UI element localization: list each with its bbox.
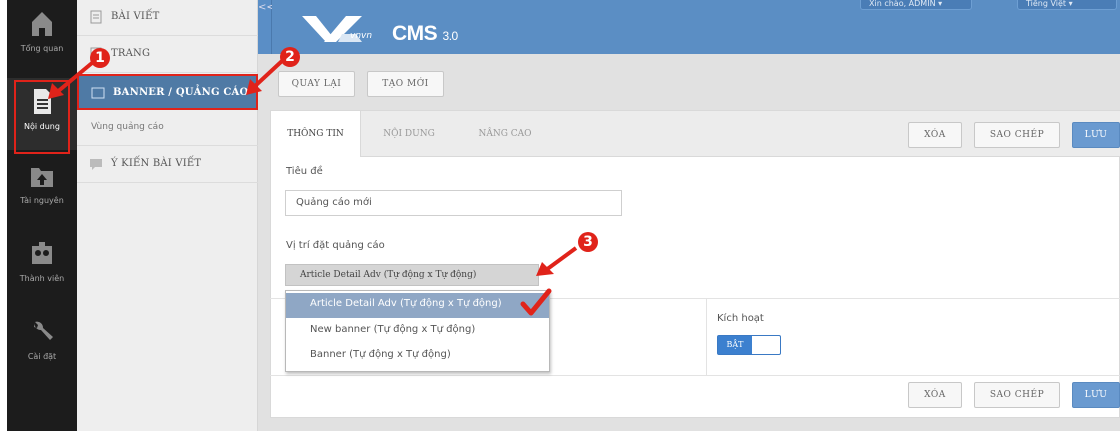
position-label: Vị trí đặt quảng cáo — [286, 240, 385, 251]
users-icon — [32, 242, 52, 264]
sidebar-item-label: Trang — [111, 48, 151, 59]
copy-button-bottom[interactable]: SAO CHÉP — [974, 382, 1060, 408]
highlight-box-content — [14, 80, 70, 154]
active-label: Kích hoạt — [717, 313, 764, 324]
title-label: Tiêu đề — [286, 166, 323, 177]
upload-folder-icon — [31, 168, 53, 187]
save-button-bottom[interactable]: LƯU — [1072, 382, 1120, 408]
language-menu[interactable]: Tiếng Việt ▾ — [1017, 0, 1117, 10]
save-button[interactable]: LƯU — [1072, 122, 1120, 148]
title-input[interactable]: Quảng cáo mới — [285, 190, 622, 216]
comment-icon — [90, 159, 102, 170]
sidebar-item-articles[interactable]: Bài viết — [77, 0, 258, 36]
banner-icon — [91, 87, 105, 99]
position-dropdown: Article Detail Adv (Tự động x Tự động) N… — [285, 290, 550, 372]
sidebar-item-label: Bài viết — [111, 11, 160, 22]
rail-item-settings[interactable]: Cài đặt — [7, 308, 77, 380]
rail-item-members[interactable]: Thành viên — [7, 230, 77, 302]
create-new-button[interactable]: TẠO MỚI — [367, 71, 444, 97]
dropdown-option[interactable]: Banner (Tự động x Tự động) — [286, 344, 549, 369]
article-icon — [90, 10, 102, 24]
tab-info[interactable]: THÔNG TIN — [271, 111, 361, 157]
sidebar-item-comments[interactable]: Ý kiến bài viết — [77, 147, 258, 183]
step-badge-1: 1 — [90, 48, 110, 68]
active-toggle[interactable]: BẬT — [717, 335, 781, 355]
top-header: vnvn CMS 3.0 Xin chào, ADMIN ▾ Tiếng Việ… — [272, 0, 1120, 54]
sidebar-subitem-ad-zones[interactable]: Vùng quảng cáo — [77, 112, 258, 146]
toggle-on-label: BẬT — [718, 336, 752, 354]
rail-item-label: Thành viên — [19, 274, 65, 283]
collapse-sidebar-button[interactable]: << — [258, 0, 275, 54]
position-select[interactable]: Article Detail Adv (Tự động x Tự động) — [285, 264, 539, 286]
delete-button-bottom[interactable]: XÓA — [908, 382, 962, 408]
tab-content[interactable]: NỘI DUNG — [361, 111, 457, 157]
sidebar-item-label: Banner / Quảng cáo — [113, 87, 249, 98]
brand-version: 3.0 — [442, 29, 459, 43]
dropdown-option[interactable]: New banner (Tự động x Tự động) — [286, 319, 549, 344]
dropdown-option[interactable]: Article Detail Adv (Tự động x Tự động) — [286, 293, 549, 318]
logo-icon — [302, 16, 362, 42]
rail-item-label: Tài nguyên — [20, 196, 64, 205]
home-icon — [32, 12, 52, 36]
step-badge-3: 3 — [578, 232, 598, 252]
rail-item-overview[interactable]: Tổng quan — [7, 0, 77, 72]
rail-item-label: Cài đặt — [27, 352, 57, 361]
sidebar-item-label: Ý kiến bài viết — [111, 158, 202, 169]
sidebar-item-banner[interactable]: Banner / Quảng cáo — [77, 74, 258, 110]
tab-advanced[interactable]: NÂNG CAO — [457, 111, 553, 157]
copy-button[interactable]: SAO CHÉP — [974, 122, 1060, 148]
icon-rail: Tổng quan Nội dung Tài nguyên Thành viên… — [7, 0, 77, 431]
step-badge-2: 2 — [280, 47, 300, 67]
delete-button[interactable]: XÓA — [908, 122, 962, 148]
back-button[interactable]: QUAY LẠI — [278, 71, 355, 97]
user-menu[interactable]: Xin chào, ADMIN ▾ — [860, 0, 972, 10]
brand-small: vnvn — [350, 31, 373, 41]
brand-title: CMS 3.0 — [392, 22, 458, 46]
wrench-icon — [34, 321, 53, 340]
divider — [706, 298, 707, 376]
rail-item-label: Tổng quan — [20, 44, 64, 53]
rail-item-resources[interactable]: Tài nguyên — [7, 152, 77, 224]
brand-name: CMS — [392, 22, 438, 45]
